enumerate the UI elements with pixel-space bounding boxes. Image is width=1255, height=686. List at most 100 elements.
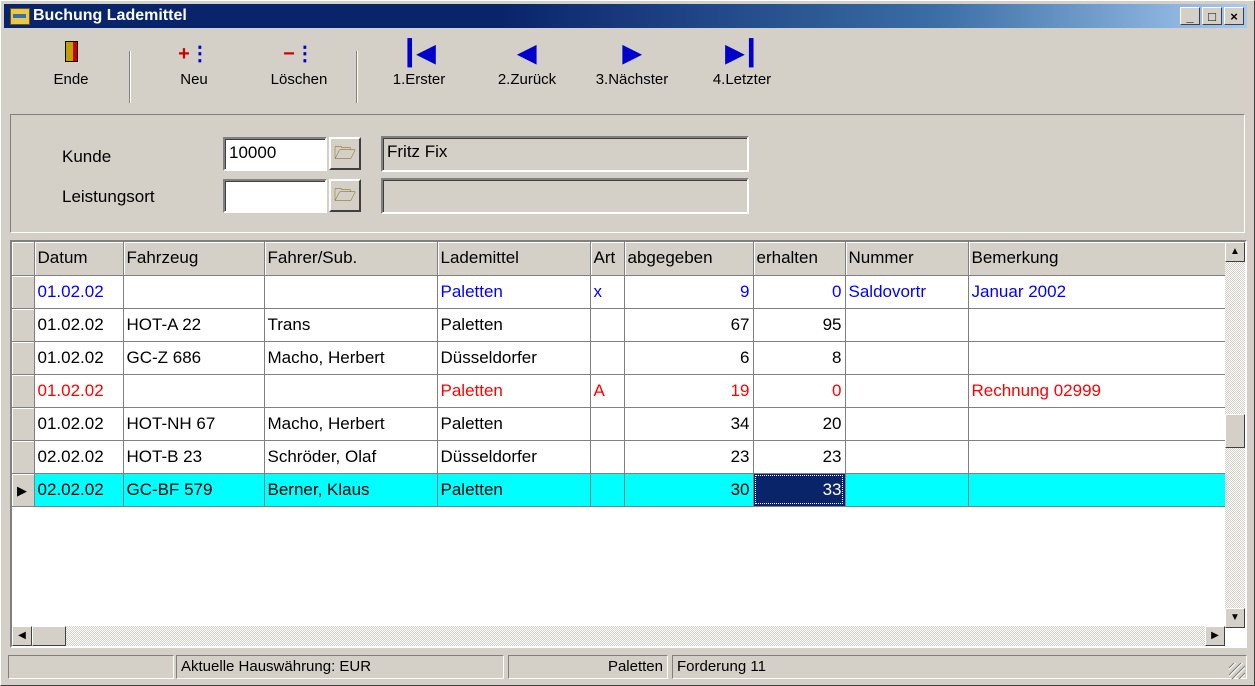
cell-nummer[interactable] — [845, 308, 969, 342]
cell-erhalten[interactable]: 0 — [753, 374, 846, 408]
cell-datum[interactable]: 02.02.02 — [34, 473, 124, 507]
cell-art[interactable] — [590, 440, 625, 474]
cell-abgegeben[interactable]: 9 — [624, 275, 754, 309]
cell-erhalten[interactable]: 95 — [753, 308, 846, 342]
leistungsort-input[interactable] — [223, 179, 327, 213]
cell-fahrzeug[interactable] — [123, 275, 265, 309]
table-row[interactable]: 02.02.02 HOT-B 23 Schröder, Olaf Düsseldorf… — [12, 440, 1229, 474]
column-header-bemerkung[interactable]: Bemerkung — [968, 242, 1229, 276]
cell-abgegeben[interactable]: 34 — [624, 407, 754, 441]
cell-abgegeben[interactable]: 23 — [624, 440, 754, 474]
cell-lademittel[interactable]: Düsseldorfer — [437, 341, 591, 375]
cell-bemerkung[interactable]: Januar 2002 — [968, 275, 1229, 309]
cell-fahrer[interactable]: Macho, Herbert — [264, 407, 438, 441]
column-header-nummer[interactable]: Nummer — [845, 242, 969, 276]
horizontal-scrollbar[interactable]: ◀ ▶ — [12, 626, 1225, 646]
table-row[interactable]: ▶ 02.02.02 GC-BF 579 Berner, Klaus Paletten 3… — [12, 473, 1229, 507]
cell-art[interactable] — [590, 473, 625, 507]
erster-button[interactable]: ┃◀ 1.Erster — [384, 41, 454, 89]
column-header-art[interactable]: Art — [590, 242, 625, 276]
cell-fahrzeug[interactable]: HOT-NH 67 — [123, 407, 265, 441]
scroll-left-button[interactable]: ◀ — [12, 626, 32, 646]
leistungsort-lookup-button[interactable]: 🗁 — [329, 179, 361, 212]
naechster-button[interactable]: ▶ 3.Nächster — [587, 41, 677, 89]
column-header-fahrer[interactable]: Fahrer/Sub. — [264, 242, 438, 276]
cell-bemerkung[interactable] — [968, 440, 1229, 474]
cell-bemerkung[interactable] — [968, 341, 1229, 375]
scroll-up-button[interactable]: ▲ — [1225, 242, 1245, 262]
kunde-input[interactable]: 10000 — [223, 137, 327, 171]
cell-fahrer[interactable] — [264, 275, 438, 309]
cell-fahrzeug[interactable]: GC-Z 686 — [123, 341, 265, 375]
cell-fahrzeug[interactable]: GC-BF 579 — [123, 473, 265, 507]
cell-nummer[interactable] — [845, 374, 969, 408]
cell-datum[interactable]: 02.02.02 — [34, 440, 124, 474]
row-indicator[interactable] — [12, 341, 35, 375]
maximize-button[interactable]: □ — [1202, 7, 1222, 25]
table-row[interactable]: 01.02.02 Paletten A 19 0 Rechnung 02999 — [12, 374, 1229, 408]
cell-fahrer[interactable]: Trans — [264, 308, 438, 342]
row-indicator[interactable] — [12, 407, 35, 441]
cell-fahrer[interactable]: Schröder, Olaf — [264, 440, 438, 474]
close-button[interactable]: × — [1224, 7, 1244, 25]
cell-bemerkung[interactable] — [968, 308, 1229, 342]
table-row[interactable]: 01.02.02 GC-Z 686 Macho, Herbert Düsseldorf… — [12, 341, 1229, 375]
cell-fahrzeug[interactable]: HOT-B 23 — [123, 440, 265, 474]
vertical-scroll-thumb[interactable] — [1225, 414, 1245, 448]
column-header-erhalten[interactable]: erhalten — [753, 242, 846, 276]
booking-grid[interactable]: Datum Fahrzeug Fahrer/Sub. Lademittel Art abg… — [10, 240, 1247, 648]
cell-lademittel[interactable]: Paletten — [437, 374, 591, 408]
cell-lademittel[interactable]: Paletten — [437, 275, 591, 309]
cell-nummer[interactable]: Saldovortr — [845, 275, 969, 309]
scroll-down-button[interactable]: ▼ — [1225, 608, 1245, 628]
row-indicator[interactable] — [12, 440, 35, 474]
cell-lademittel[interactable]: Düsseldorfer — [437, 440, 591, 474]
cell-bemerkung[interactable] — [968, 407, 1229, 441]
kunde-lookup-button[interactable]: 🗁 — [329, 137, 361, 170]
cell-art[interactable] — [590, 341, 625, 375]
cell-erhalten[interactable]: 0 — [753, 275, 846, 309]
cell-lademittel[interactable]: Paletten — [437, 407, 591, 441]
cell-nummer[interactable] — [845, 341, 969, 375]
cell-abgegeben[interactable]: 67 — [624, 308, 754, 342]
cell-datum[interactable]: 01.02.02 — [34, 407, 124, 441]
loeschen-button[interactable]: −⋮ Löschen — [259, 41, 339, 88]
resize-grip[interactable] — [1229, 663, 1245, 679]
column-header-fahrzeug[interactable]: Fahrzeug — [123, 242, 265, 276]
horizontal-scroll-thumb[interactable] — [32, 626, 66, 646]
scroll-right-button[interactable]: ▶ — [1205, 626, 1225, 646]
cell-fahrer[interactable] — [264, 374, 438, 408]
cell-erhalten[interactable]: 8 — [753, 341, 846, 375]
cell-datum[interactable]: 01.02.02 — [34, 341, 124, 375]
cell-fahrer[interactable]: Berner, Klaus — [264, 473, 438, 507]
row-indicator[interactable]: ▶ — [12, 473, 35, 507]
row-indicator[interactable] — [12, 374, 35, 408]
zurueck-button[interactable]: ◀ 2.Zurück — [487, 41, 567, 89]
cell-lademittel[interactable]: Paletten — [437, 308, 591, 342]
cell-nummer[interactable] — [845, 473, 969, 507]
cell-erhalten[interactable]: 23 — [753, 440, 846, 474]
cell-datum[interactable]: 01.02.02 — [34, 275, 124, 309]
cell-fahrzeug[interactable]: HOT-A 22 — [123, 308, 265, 342]
cell-erhalten[interactable]: 33 — [753, 473, 846, 507]
cell-bemerkung[interactable]: Rechnung 02999 — [968, 374, 1229, 408]
table-row[interactable]: 01.02.02 HOT-A 22 Trans Paletten 67 95 — [12, 308, 1229, 342]
cell-datum[interactable]: 01.02.02 — [34, 308, 124, 342]
cell-art[interactable]: x — [590, 275, 625, 309]
cell-nummer[interactable] — [845, 440, 969, 474]
cell-bemerkung[interactable] — [968, 473, 1229, 507]
neu-button[interactable]: +⋮ Neu — [164, 41, 224, 88]
cell-art[interactable] — [590, 308, 625, 342]
column-header-lademittel[interactable]: Lademittel — [437, 242, 591, 276]
cell-fahrzeug[interactable] — [123, 374, 265, 408]
row-indicator[interactable] — [12, 275, 35, 309]
cell-datum[interactable]: 01.02.02 — [34, 374, 124, 408]
letzter-button[interactable]: ▶┃ 4.Letzter — [702, 41, 782, 89]
cell-lademittel[interactable]: Paletten — [437, 473, 591, 507]
table-row[interactable]: 01.02.02 Paletten x 9 0 Saldovortr Januar 2002 — [12, 275, 1229, 309]
table-row[interactable]: 01.02.02 HOT-NH 67 Macho, Herbert Paletten 3… — [12, 407, 1229, 441]
cell-art[interactable] — [590, 407, 625, 441]
column-header-abgegeben[interactable]: abgegeben — [624, 242, 754, 276]
cell-nummer[interactable] — [845, 407, 969, 441]
row-indicator[interactable] — [12, 308, 35, 342]
